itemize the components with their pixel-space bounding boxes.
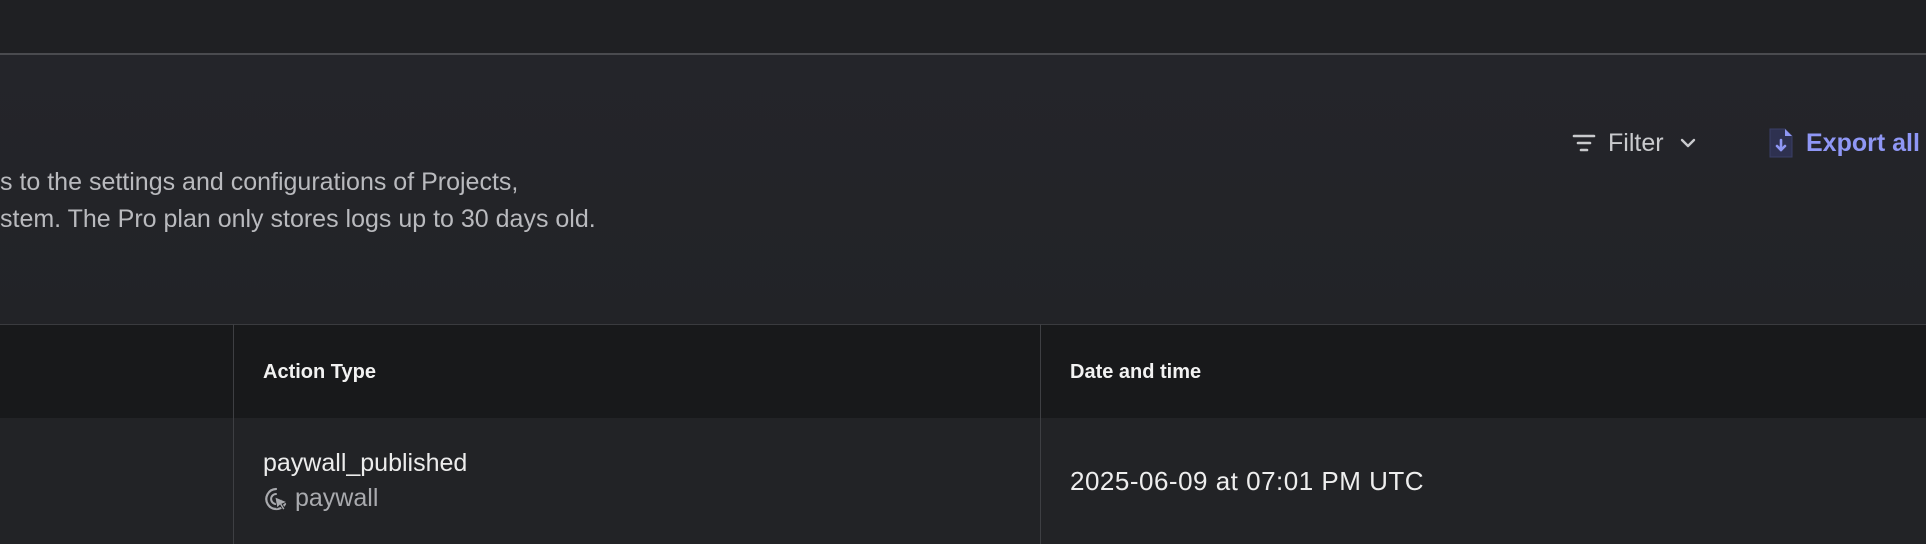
action-type-value: paywall_published bbox=[263, 449, 468, 477]
paywall-cursor-icon bbox=[265, 487, 289, 511]
filter-button[interactable]: Filter bbox=[1570, 124, 1700, 162]
action-entity[interactable]: paywall bbox=[263, 484, 378, 513]
file-download-icon bbox=[1769, 128, 1793, 158]
export-all-button[interactable]: Export all bbox=[1766, 124, 1920, 162]
action-entity-label: paywall bbox=[295, 484, 379, 512]
page-description: s to the settings and configurations of … bbox=[0, 164, 700, 238]
filter-lines-icon bbox=[1572, 134, 1596, 152]
audit-log-table: Action Type Date and time paywall_publis… bbox=[0, 324, 1926, 544]
column-divider bbox=[1040, 324, 1041, 544]
chevron-down-icon bbox=[1680, 138, 1695, 148]
page-description-line-2: stem. The Pro plan only stores logs up t… bbox=[0, 205, 596, 233]
column-header-action-type[interactable]: Action Type bbox=[263, 361, 376, 384]
filter-label: Filter bbox=[1608, 128, 1664, 157]
column-divider bbox=[233, 324, 234, 544]
export-all-label: Export all bbox=[1806, 128, 1920, 157]
column-header-date-time[interactable]: Date and time bbox=[1070, 361, 1201, 384]
date-time-value: 2025-06-09 at 07:01 PM UTC bbox=[1070, 466, 1425, 496]
table-row[interactable] bbox=[0, 418, 1926, 544]
page-description-line-1: s to the settings and configurations of … bbox=[0, 168, 519, 196]
top-bar bbox=[0, 0, 1926, 53]
